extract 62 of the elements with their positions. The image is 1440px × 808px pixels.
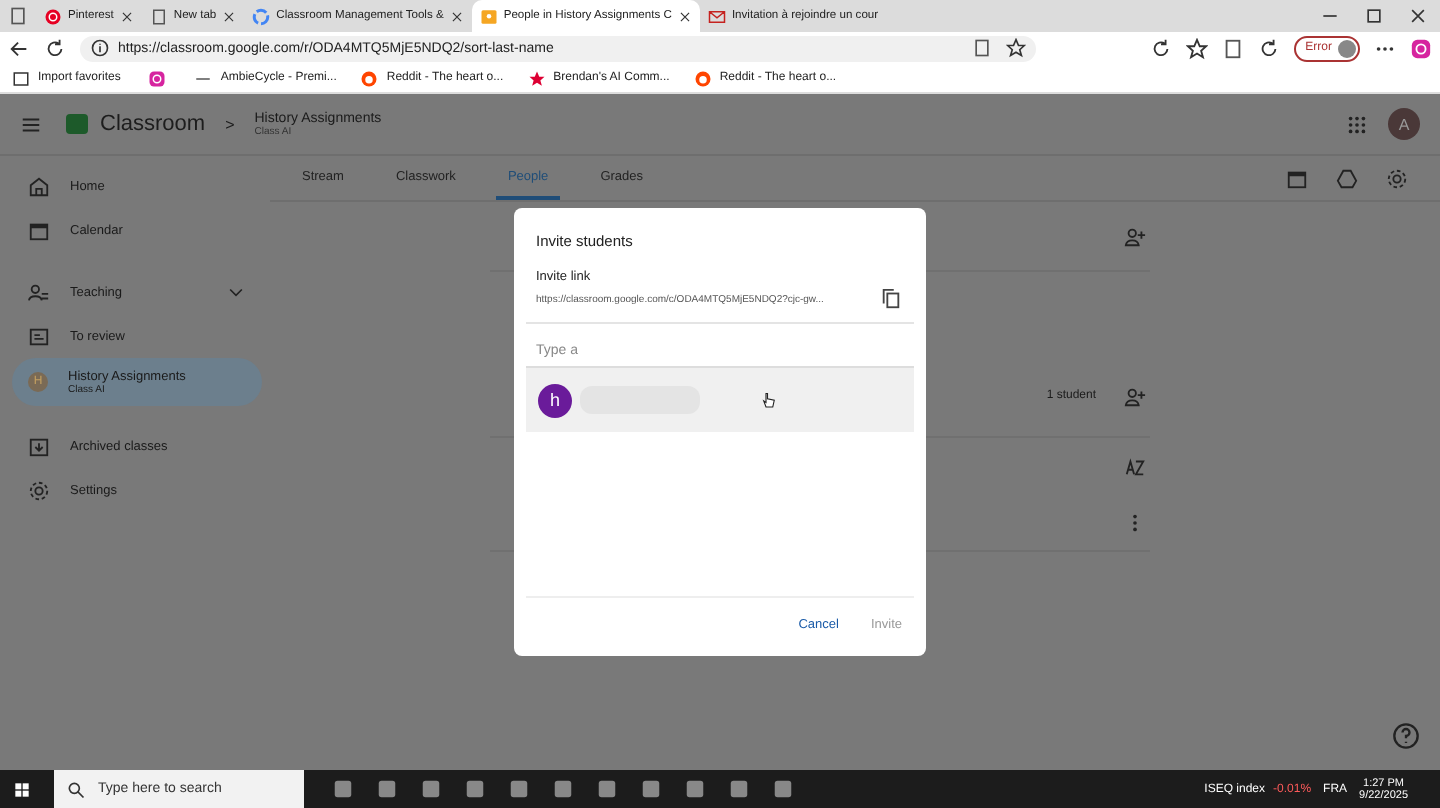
favicon-icon <box>44 7 62 25</box>
account-avatar[interactable]: A <box>1388 108 1420 140</box>
taskbar-app-icon[interactable] <box>728 778 750 800</box>
add-person-icon[interactable] <box>1124 225 1146 247</box>
tab-actions-icon[interactable] <box>8 6 28 26</box>
bookmark-icon <box>360 69 379 87</box>
favicon-icon <box>707 7 726 25</box>
favicon-icon <box>252 7 271 25</box>
close-icon[interactable] <box>222 9 237 23</box>
menu-icon[interactable] <box>20 113 42 135</box>
bookmark-icon <box>148 69 167 87</box>
settings-icon[interactable] <box>1386 167 1408 189</box>
app-title: Classroom <box>100 112 206 136</box>
breadcrumb-separator: > <box>225 115 235 133</box>
calendar-icon <box>28 219 50 241</box>
sort-icon[interactable] <box>1124 455 1146 477</box>
taskbar-app-icon[interactable] <box>684 778 706 800</box>
windows-start-icon[interactable] <box>14 781 30 797</box>
collections-icon[interactable] <box>1221 37 1244 59</box>
favicon-icon <box>479 7 498 25</box>
taskbar-app-icon[interactable] <box>508 778 530 800</box>
settings-icon <box>28 479 50 501</box>
taskbar-app-icon[interactable] <box>772 778 794 800</box>
search-icon <box>66 779 86 799</box>
bookmark-icon <box>527 69 546 87</box>
reload-icon[interactable] <box>44 37 66 59</box>
taskbar-app-icon[interactable] <box>596 778 618 800</box>
bookmark-icon <box>12 69 30 87</box>
copy-icon[interactable] <box>880 288 902 310</box>
close-icon[interactable] <box>119 9 134 23</box>
bookmark[interactable] <box>144 69 171 87</box>
favicon-icon <box>149 7 168 25</box>
home-icon <box>28 175 50 197</box>
hand-cursor-icon <box>760 390 778 412</box>
info-icon <box>90 38 110 58</box>
calendar-icon[interactable] <box>1286 167 1308 189</box>
close-icon[interactable] <box>677 9 692 23</box>
taskbar-app-icon[interactable] <box>640 778 662 800</box>
taskbar-app-icon[interactable] <box>376 778 398 800</box>
close-icon[interactable] <box>1408 6 1428 26</box>
history-icon[interactable] <box>1257 37 1280 59</box>
favorite-icon[interactable] <box>1005 38 1026 58</box>
favorites-icon[interactable] <box>1185 37 1208 59</box>
taskbar-app-icon[interactable] <box>420 778 442 800</box>
sync-icon[interactable] <box>1149 37 1172 59</box>
people-icon <box>28 281 50 303</box>
back-icon[interactable] <box>8 37 30 59</box>
close-icon[interactable] <box>449 9 464 23</box>
taskbar-app-icon[interactable] <box>332 778 354 800</box>
taskbar-app-icon[interactable] <box>464 778 486 800</box>
review-icon <box>28 325 50 347</box>
maximize-icon[interactable] <box>1364 6 1384 26</box>
suggestion-row[interactable]: h <box>526 368 914 432</box>
bookmark-icon <box>693 69 712 87</box>
taskbar-app-icon[interactable] <box>552 778 574 800</box>
archive-icon <box>28 435 50 457</box>
apps-grid-icon[interactable] <box>1346 113 1368 135</box>
help-icon[interactable] <box>1392 722 1420 750</box>
profile-avatar <box>1338 39 1356 57</box>
add-person-icon[interactable] <box>1124 385 1146 407</box>
app-icon[interactable] <box>971 38 992 58</box>
user-avatar: h <box>538 383 572 417</box>
